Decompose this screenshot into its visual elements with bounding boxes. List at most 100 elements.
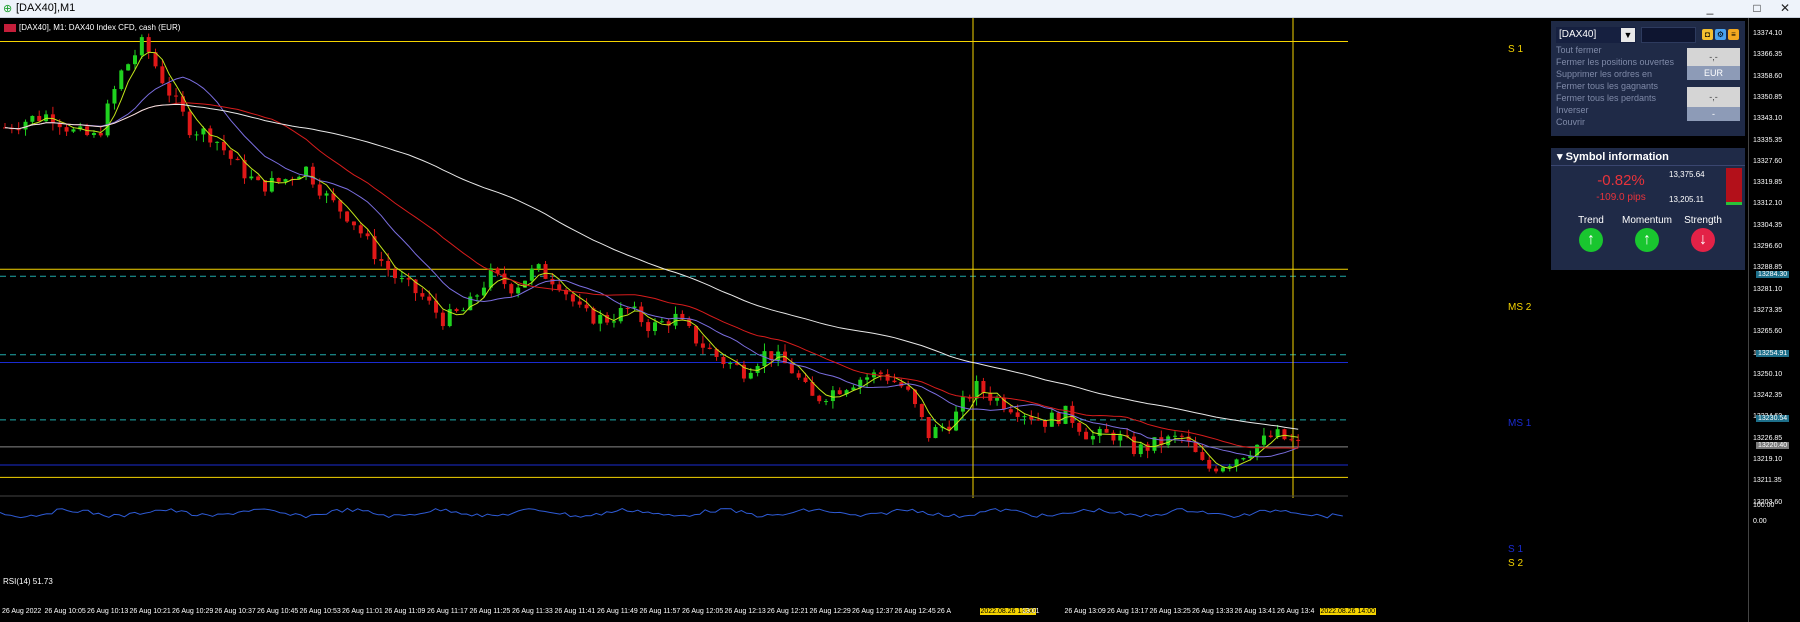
gear-icon[interactable]: ⚙ — [1715, 29, 1726, 40]
candle-body — [23, 121, 28, 130]
candle-body — [1282, 429, 1287, 440]
candle-body — [803, 377, 808, 382]
candle-body — [1077, 422, 1082, 432]
time-tick: 26 Aug 11:41 — [554, 608, 596, 615]
reverse-link[interactable]: Inverser — [1556, 105, 1589, 115]
candle-body — [646, 322, 651, 332]
candle-body — [1070, 405, 1075, 423]
candle-body — [1131, 436, 1136, 455]
time-axis[interactable]: 26 Aug 2022 26 Aug 10:05 26 Aug 10:13 26 Au… — [0, 605, 1748, 622]
candle-body — [611, 321, 616, 323]
maximize-button[interactable]: □ — [1742, 0, 1772, 17]
candle-body — [830, 390, 835, 402]
candle-body — [44, 114, 49, 122]
price-tag-3: 13220.40 — [1756, 441, 1790, 449]
chevron-down-icon[interactable]: ▼ — [1621, 28, 1635, 42]
candle-body — [1173, 435, 1177, 437]
candle-body — [1090, 435, 1095, 440]
price-tick: 13343.10 — [1753, 115, 1783, 123]
price-axis[interactable]: 13374.10 13366.35 13358.60 13350.85 13343.10… — [1748, 18, 1800, 622]
candle-body — [933, 427, 938, 439]
minimize-button[interactable]: _ — [1695, 0, 1725, 17]
symbol-info-header[interactable]: ▾ Symbol information — [1551, 148, 1745, 166]
time-tick: 26 Aug 2022 — [2, 608, 42, 615]
buy-button[interactable]: -,- — [1687, 48, 1740, 66]
price-tick: 13350.85 — [1753, 93, 1783, 101]
candle-body — [1214, 468, 1219, 472]
time-tick: 13:01 — [1022, 608, 1040, 615]
candle-body — [37, 115, 42, 122]
candle-body — [16, 129, 21, 131]
candle-body — [1015, 412, 1020, 417]
level-label-ms1: MS 1 — [1508, 418, 1532, 429]
candle-body — [1008, 409, 1013, 413]
close-button[interactable]: ✕ — [1770, 0, 1800, 17]
candle-body — [960, 397, 965, 412]
candle-body — [1104, 428, 1109, 433]
price-tick: 13273.35 — [1753, 306, 1783, 314]
time-tick: 26 Aug 10:21 — [129, 608, 171, 615]
time-tick: 26 Aug 12:13 — [724, 608, 766, 615]
candle-body — [550, 278, 555, 285]
symbol-select[interactable]: [DAX40] ▼ — [1556, 27, 1636, 43]
candle-body — [64, 127, 69, 132]
price-chart[interactable]: [DAX40], M1: DAX40 Index CFD, cash (EUR)… — [0, 18, 1548, 622]
time-tick: 26 Aug 13:4 — [1277, 608, 1315, 615]
level-label-s2: S 2 — [1508, 558, 1524, 569]
time-tick: 26 A — [937, 608, 952, 615]
menu-icon[interactable]: ≡ — [1728, 29, 1739, 40]
candle-body — [796, 373, 801, 378]
sell-button[interactable]: -,- — [1687, 87, 1740, 107]
candle-body — [461, 310, 466, 312]
candle-body — [1227, 466, 1232, 468]
candle-body — [1179, 435, 1184, 437]
time-tick: 26 Aug 13:09 — [1064, 608, 1106, 615]
candle-body — [625, 307, 630, 309]
price-tick: 13374.10 — [1753, 30, 1783, 37]
candle-body — [221, 141, 226, 151]
price-tick: 13219.10 — [1753, 456, 1783, 463]
lock-icon[interactable]: ◘ — [1702, 29, 1713, 40]
candle-body — [235, 158, 240, 161]
candle-body — [98, 132, 103, 136]
price-tick: 13250.10 — [1753, 370, 1783, 378]
price-tag-2: 13230.54 — [1756, 414, 1790, 422]
window-titlebar: ⊕ [DAX40],M1 _ □ ✕ — [0, 0, 1800, 18]
candle-body — [516, 287, 521, 294]
candle-body — [420, 293, 425, 297]
momentum-label: Momentum — [1621, 215, 1672, 226]
close-all-link[interactable]: Tout fermer — [1556, 45, 1602, 55]
candle-body — [167, 83, 172, 96]
delete-orders-link[interactable]: Supprimer les ordres en — [1556, 69, 1652, 79]
candle-body — [865, 377, 870, 380]
strength-arrow-down-icon: ↓ — [1691, 228, 1715, 252]
lot-input[interactable] — [1641, 27, 1696, 43]
close-open-positions-link[interactable]: Fermer les positions ouvertes — [1556, 57, 1674, 67]
time-tick: 26 Aug 10:37 — [214, 608, 256, 615]
collapse-triangle-icon[interactable]: ▾ — [1557, 151, 1563, 163]
symbol-info-panel: ▾ Symbol information -0.82% -109.0 pips … — [1551, 148, 1745, 270]
candle-body — [475, 295, 480, 297]
close-losers-link[interactable]: Fermer tous les perdants — [1556, 93, 1656, 103]
candle-body — [824, 401, 829, 403]
candle-body — [139, 37, 144, 56]
candle-body — [1166, 436, 1171, 446]
price-tick: 13281.10 — [1753, 285, 1783, 293]
hedge-link[interactable]: Couvrir — [1556, 117, 1585, 127]
candle-body — [878, 372, 883, 375]
candle-body — [1111, 432, 1116, 441]
rsi-label: RSI(14) 51.73 — [3, 577, 53, 586]
candle-body — [105, 103, 110, 136]
price-tick: 13242.35 — [1753, 392, 1783, 400]
candle-body — [440, 312, 445, 327]
candle-body — [481, 287, 486, 296]
candle-body — [249, 176, 254, 179]
close-winners-link[interactable]: Fermer tous les gagnants — [1556, 81, 1658, 91]
chart-canvas[interactable] — [0, 18, 1548, 622]
time-tick: 26 Aug 10:45 — [257, 608, 299, 615]
candle-body — [393, 269, 397, 279]
candle-body — [386, 260, 391, 270]
candle-body — [577, 301, 582, 305]
de-flag-icon — [4, 23, 16, 32]
trade-panel: [DAX40] ▼ ◘ ⚙ ≡ Tout fermer Fermer les p… — [1551, 21, 1745, 136]
